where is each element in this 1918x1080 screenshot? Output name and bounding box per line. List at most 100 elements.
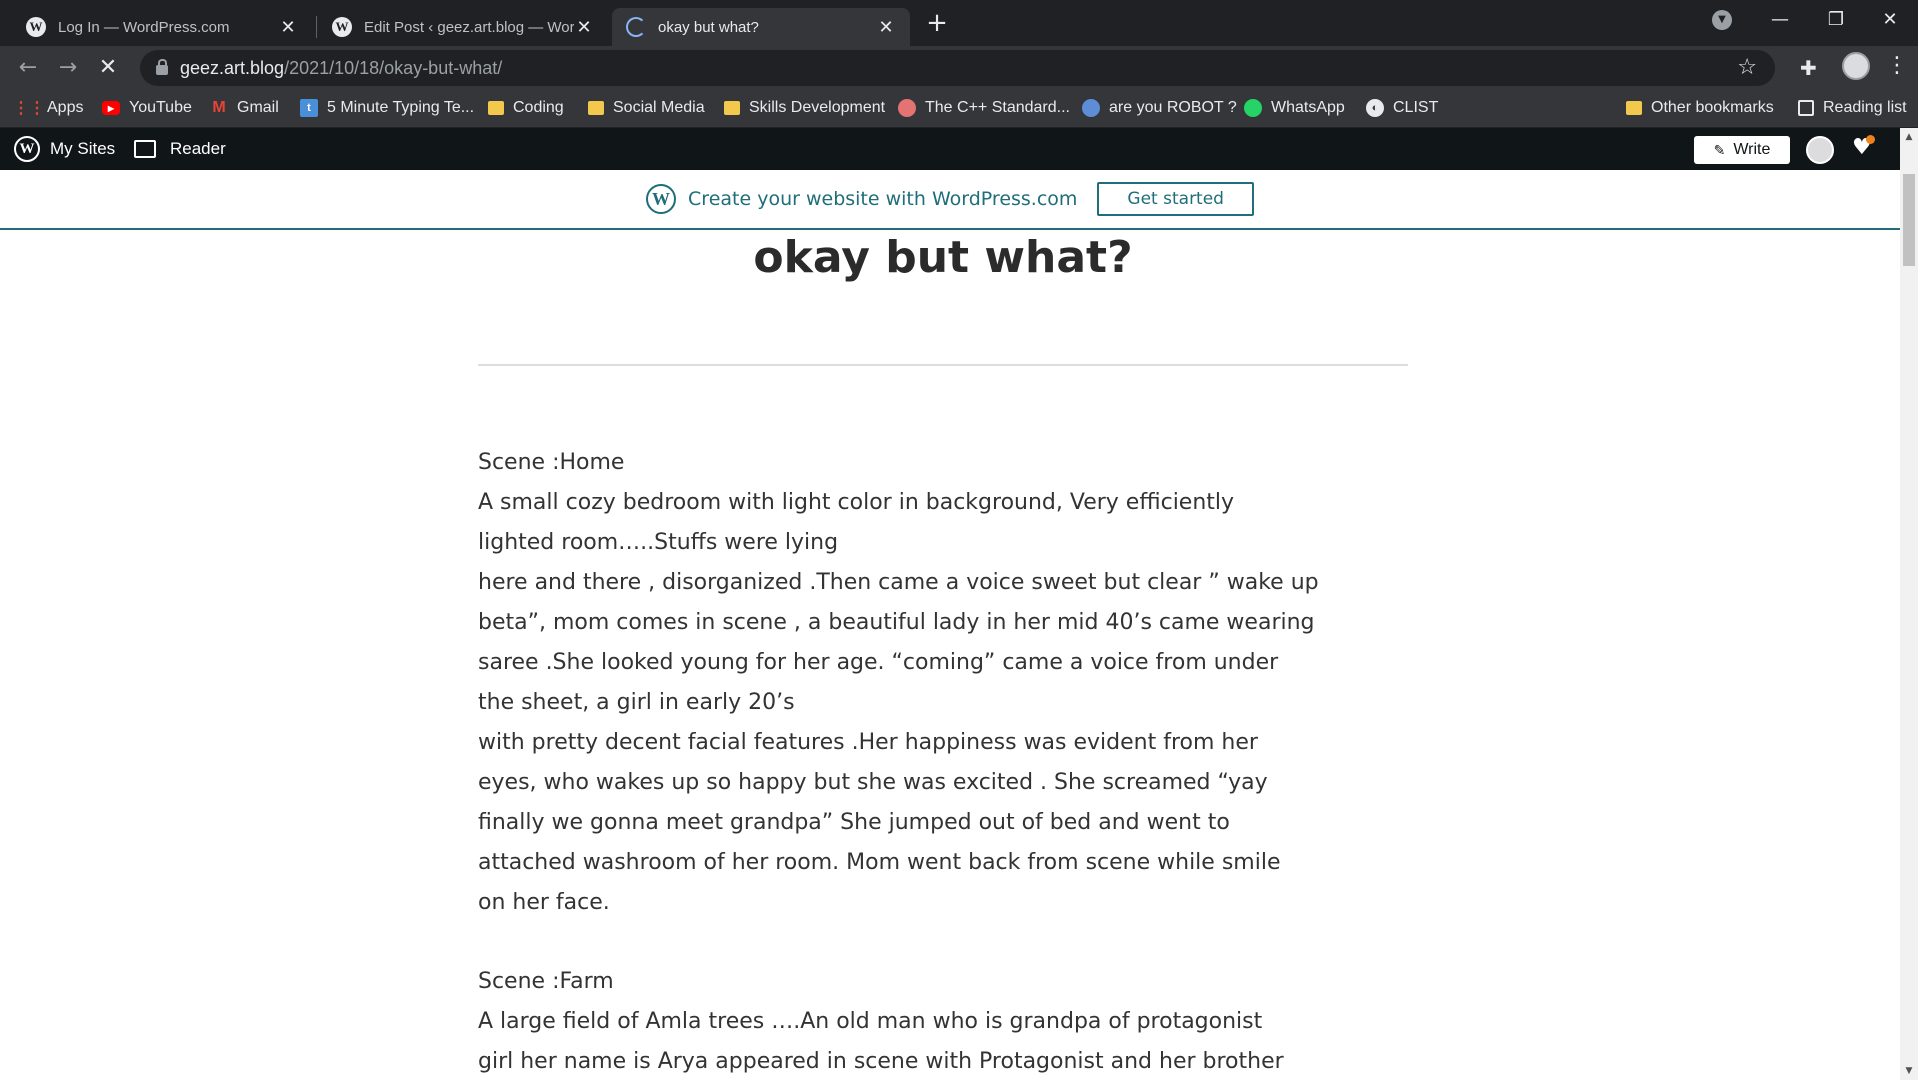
bookmark-clist[interactable]: ◐ CLIST — [1366, 90, 1438, 126]
bookmark-label: 5 Minute Typing Te... — [327, 99, 475, 116]
bookmark-folder-coding[interactable]: Coding — [488, 90, 564, 126]
text-line: girl her name is Arya appeared in scene … — [478, 1049, 1284, 1074]
bookmark-youtube[interactable]: ▶ YouTube — [102, 90, 192, 126]
tab-login-wordpress[interactable]: W Log In — WordPress.com ✕ — [12, 8, 312, 46]
scroll-down-arrow-icon[interactable]: ▼ — [1903, 1066, 1915, 1076]
bookmark-label: WhatsApp — [1271, 99, 1345, 116]
text-line: here and there , disorganized .Then came… — [478, 570, 1319, 595]
reading-list-button[interactable]: Reading list — [1798, 90, 1907, 126]
user-avatar[interactable] — [1806, 136, 1834, 164]
close-tab-icon[interactable]: ✕ — [574, 17, 594, 38]
bookmarks-bar: ⋮⋮ Apps ▶ YouTube M Gmail t 5 Minute Typ… — [0, 90, 1918, 128]
bookmark-label: Apps — [47, 99, 84, 116]
tab-edit-post[interactable]: W Edit Post ‹ geez.art.blog — WordPress.… — [318, 8, 608, 46]
bookmark-are-you-robot[interactable]: are you ROBOT ? — [1082, 90, 1237, 126]
wordpress-icon: W — [332, 17, 352, 37]
reader-button[interactable]: Reader — [134, 128, 226, 170]
lock-icon[interactable] — [156, 59, 168, 75]
get-started-button[interactable]: Get started — [1097, 182, 1254, 216]
bookmark-label: YouTube — [129, 99, 192, 116]
bookmark-label: Gmail — [237, 99, 279, 116]
whatsapp-icon — [1244, 99, 1262, 117]
text-line: A small cozy bedroom with light color in… — [478, 490, 1235, 515]
reader-icon — [134, 140, 156, 158]
reader-label: Reader — [170, 139, 226, 158]
back-button[interactable]: ← — [10, 50, 46, 86]
browser-tab-strip: W Log In — WordPress.com ✕ W Edit Post ‹… — [0, 0, 1918, 46]
bookmark-apps[interactable]: ⋮⋮ Apps — [13, 90, 84, 126]
apps-grid-icon: ⋮⋮ — [13, 100, 45, 117]
blog-page: W Create your website with WordPress.com… — [0, 170, 1900, 1080]
bookmark-cpp-standard[interactable]: The C++ Standard... — [898, 90, 1070, 126]
write-label: Write — [1733, 141, 1771, 158]
bookmark-label: Skills Development — [749, 99, 886, 116]
folder-icon — [1626, 101, 1642, 115]
wordpress-icon: W — [26, 17, 46, 37]
text-line: lighted room…..Stuffs were lying — [478, 530, 839, 555]
minimize-window-button[interactable]: — — [1752, 0, 1808, 40]
text-line: A large field of Amla trees ….An old man… — [478, 1009, 1263, 1034]
folder-icon — [588, 101, 604, 115]
loading-spinner-icon — [626, 17, 646, 37]
bookmark-typing-test[interactable]: t 5 Minute Typing Te... — [300, 90, 474, 126]
notifications-bell-icon[interactable]: ♥ — [1852, 135, 1875, 160]
paragraph-scene-farm: Scene :Farm A large field of Amla trees … — [478, 962, 1284, 1080]
folder-icon — [488, 101, 504, 115]
bookmark-star-icon[interactable]: ☆ — [1737, 50, 1757, 86]
youtube-icon: ▶ — [102, 101, 120, 115]
url-path: /2021/10/18/okay-but-what/ — [284, 57, 503, 78]
bookmark-other-bookmarks[interactable]: Other bookmarks — [1626, 90, 1774, 126]
cpp-site-icon — [898, 99, 916, 117]
bookmark-label: are you ROBOT ? — [1109, 99, 1237, 116]
text-line: eyes, who wakes up so happy but she was … — [478, 770, 1268, 795]
tab-okay-but-what[interactable]: okay but what? ✕ — [612, 8, 910, 46]
paragraph-scene-home: Scene :Home A small cozy bedroom with li… — [478, 443, 1319, 923]
restore-window-button[interactable]: ❐ — [1808, 0, 1864, 40]
bookmark-gmail[interactable]: M Gmail — [210, 90, 279, 126]
extensions-puzzle-icon[interactable]: ✚ — [1800, 56, 1817, 80]
browser-toolbar: ← → ✕ geez.art.blog/2021/10/18/okay-but-… — [0, 46, 1918, 90]
text-line: the sheet, a girl in early 20’s — [478, 690, 795, 715]
tab-title: Edit Post ‹ geez.art.blog — WordPress.co… — [364, 18, 574, 36]
scrollbar-thumb[interactable] — [1903, 174, 1915, 266]
banner-text[interactable]: Create your website with WordPress.com — [688, 188, 1077, 210]
bookmark-label: CLIST — [1393, 99, 1439, 116]
bookmark-label: The C++ Standard... — [925, 99, 1070, 116]
post-content: Scene :Home A small cozy bedroom with li… — [478, 443, 1319, 1080]
bookmark-label: Other bookmarks — [1651, 99, 1774, 116]
wordpress-icon: W — [14, 136, 40, 162]
pen-icon: ✎ — [1713, 141, 1726, 158]
tab-title: okay but what? — [658, 18, 759, 36]
robot-site-icon — [1082, 99, 1100, 117]
reading-list-icon — [1798, 100, 1814, 116]
new-tab-button[interactable]: + — [920, 6, 954, 40]
bookmark-folder-skills-development[interactable]: Skills Development — [724, 90, 885, 126]
notification-dot — [1866, 135, 1875, 144]
write-button[interactable]: ✎ Write — [1694, 136, 1790, 164]
text-line: Scene :Farm — [478, 969, 614, 994]
gmail-icon: M — [212, 99, 226, 116]
close-tab-icon[interactable]: ✕ — [876, 17, 896, 38]
scroll-up-arrow-icon[interactable]: ▲ — [1903, 132, 1915, 142]
clist-icon: ◐ — [1366, 99, 1384, 117]
bookmark-label: Coding — [513, 99, 564, 116]
typing-site-icon: t — [300, 99, 318, 117]
address-bar[interactable]: geez.art.blog/2021/10/18/okay-but-what/ … — [140, 50, 1775, 86]
text-line: beta”, mom comes in scene , a beautiful … — [478, 610, 1315, 635]
chrome-menu-icon[interactable]: ⋮ — [1886, 52, 1908, 80]
text-line: with pretty decent facial features .Her … — [478, 730, 1258, 755]
bookmark-folder-social-media[interactable]: Social Media — [588, 90, 705, 126]
page-scrollbar[interactable]: ▲ ▼ — [1900, 128, 1918, 1080]
url-host: geez.art.blog — [180, 57, 285, 78]
my-sites-button[interactable]: W My Sites — [14, 128, 115, 170]
bookmark-label: Reading list — [1823, 99, 1907, 116]
stop-loading-button[interactable]: ✕ — [90, 50, 126, 86]
forward-button[interactable]: → — [50, 50, 86, 86]
close-tab-icon[interactable]: ✕ — [278, 17, 298, 38]
title-divider — [478, 364, 1408, 366]
tab-search-icon[interactable]: ▼ — [1712, 10, 1732, 30]
close-window-button[interactable]: ✕ — [1862, 0, 1918, 40]
bookmark-whatsapp[interactable]: WhatsApp — [1244, 90, 1345, 126]
profile-avatar[interactable] — [1842, 52, 1870, 80]
text-line: on her face. — [478, 890, 610, 915]
